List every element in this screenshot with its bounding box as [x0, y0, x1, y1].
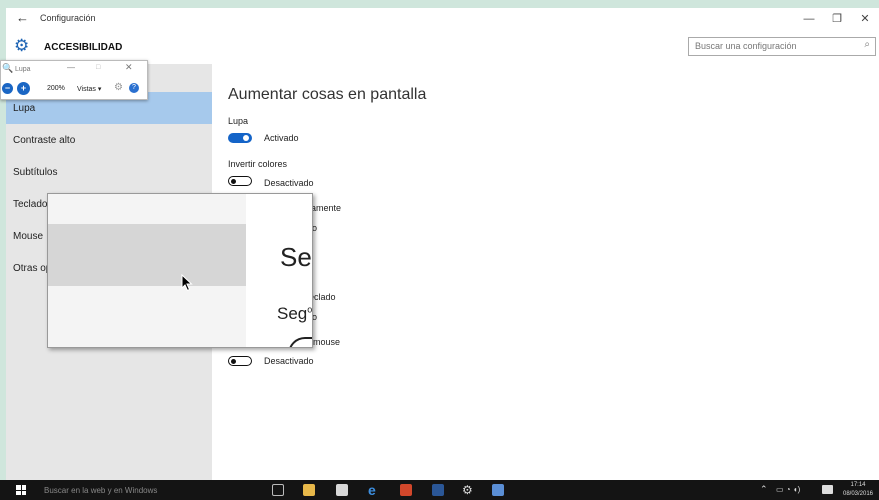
zoom-out-icon[interactable]: −: [2, 83, 13, 94]
magnifier-lens: Se Sego: [47, 193, 313, 348]
invert-colors-toggle[interactable]: [228, 176, 252, 186]
magnified-selected-row: [48, 224, 246, 286]
mouse-cursor-icon: [181, 274, 193, 292]
task-view-icon[interactable]: [272, 484, 284, 496]
file-explorer-icon[interactable]: [303, 484, 315, 496]
close-button[interactable]: ✕: [851, 8, 879, 30]
sidebar-item-label: Subtítulos: [13, 167, 58, 178]
magnified-text-medium-word: Seg: [277, 304, 308, 323]
restore-button[interactable]: ❐: [823, 8, 851, 30]
store-icon[interactable]: [336, 484, 348, 496]
magnifier-window-title: Lupa: [15, 66, 31, 73]
mouse-pointer-toggle-state: Desactivado: [264, 356, 314, 366]
settings-gear-icon[interactable]: ⚙: [114, 82, 123, 93]
mouse-pointer-toggle[interactable]: [228, 356, 252, 366]
clock-date: 08/03/2016: [842, 491, 874, 497]
word-icon[interactable]: [432, 484, 444, 496]
sidebar-item-label: Teclado: [13, 199, 48, 210]
back-arrow-icon[interactable]: ←: [16, 10, 29, 25]
invert-colors-toggle-state: Desactivado: [264, 178, 314, 188]
windows-start-icon[interactable]: [16, 485, 26, 495]
clock-time: 17:14: [850, 482, 866, 488]
help-icon[interactable]: ?: [129, 83, 139, 93]
search-icon[interactable]: ⌕: [864, 39, 870, 50]
zoom-level: 200%: [47, 85, 65, 92]
hidden-label-fragment: mouse: [313, 337, 341, 347]
sidebar-item-label: Mouse: [13, 231, 44, 242]
zoom-in-icon[interactable]: +: [17, 82, 30, 95]
sidebar-item-subtitulos[interactable]: Subtítulos: [6, 156, 212, 188]
chevron-up-icon[interactable]: ⌃: [760, 484, 768, 495]
magnifier-maximize-button[interactable]: □: [96, 64, 100, 71]
taskbar: Buscar en la web y en Windows e ⚙ ⌃ ▭ ◔ …: [0, 480, 879, 500]
edge-browser-icon[interactable]: e: [368, 483, 380, 497]
magnified-text-fragment: o: [307, 304, 313, 315]
search-input[interactable]: Buscar una configuración ⌕: [688, 37, 876, 56]
lupa-toggle-state: Activado: [264, 133, 299, 143]
sidebar-item-label: Contraste alto: [13, 135, 76, 146]
sidebar-item-label: Otras op: [13, 263, 52, 274]
sidebar-item-label: Lupa: [13, 103, 36, 114]
lupa-label: Lupa: [228, 116, 249, 126]
section-heading: Aumentar cosas en pantalla: [228, 86, 427, 103]
magnifier-minimize-button[interactable]: —: [67, 63, 75, 72]
magnifier-icon: 🔍: [2, 63, 14, 73]
powerpoint-icon[interactable]: [400, 484, 412, 496]
magnifier-taskbar-icon[interactable]: [492, 484, 504, 496]
system-tray-icons[interactable]: ▭ ◔ ◖): [776, 485, 800, 494]
titlebar: ← Configuración — ❐ ✕: [6, 8, 879, 30]
magnifier-close-button[interactable]: ✕: [125, 62, 133, 73]
notifications-icon[interactable]: [822, 485, 833, 494]
gear-icon: ⚙: [14, 36, 30, 55]
clock[interactable]: 17:14 08/03/2016: [838, 481, 878, 499]
page-header: ⚙ ACCESIBILIDAD Buscar una configuración…: [6, 34, 879, 62]
taskbar-search-input[interactable]: Buscar en la web y en Windows: [44, 486, 157, 495]
search-placeholder: Buscar una configuración: [695, 41, 797, 51]
magnifier-toolbar-window: 🔍 Lupa — □ ✕ − + 200% Vistas ▾ ⚙ ?: [0, 60, 148, 100]
settings-taskbar-icon[interactable]: ⚙: [462, 484, 474, 496]
window-title: Configuración: [40, 13, 96, 23]
page-title: ACCESIBILIDAD: [44, 42, 123, 53]
lupa-toggle[interactable]: [228, 133, 252, 143]
invert-colors-label: Invertir colores: [228, 159, 288, 169]
views-dropdown[interactable]: Vistas ▾: [77, 85, 101, 93]
minimize-button[interactable]: —: [795, 8, 823, 30]
window-controls: — ❐ ✕: [795, 8, 879, 30]
magnified-text-medium: Sego: [277, 304, 312, 324]
magnified-text-large: Se: [280, 242, 312, 272]
sidebar-item-contraste-alto[interactable]: Contraste alto: [6, 124, 212, 156]
